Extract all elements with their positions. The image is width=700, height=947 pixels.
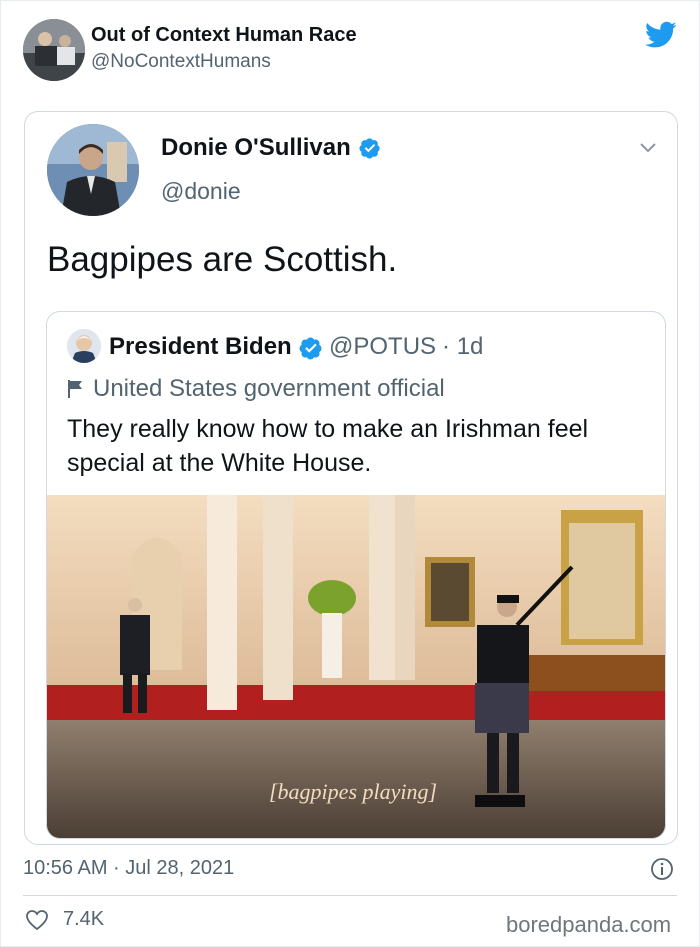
inner-tweet-text: They really know how to make an Irishman… [67, 415, 589, 477]
quoted-author-avatar[interactable] [47, 124, 139, 216]
inner-quoted-tweet[interactable]: President Biden @POTUS · 1d United State… [46, 311, 666, 839]
video-thumbnail[interactable]: [bagpipes playing] [47, 495, 665, 838]
chevron-down-icon[interactable] [639, 142, 657, 154]
official-label: United States government official [67, 375, 445, 403]
quoted-author-name-text[interactable]: Donie O'Sullivan [161, 134, 351, 162]
inner-author-avatar[interactable] [67, 329, 101, 363]
inner-author-name[interactable]: President Biden [109, 333, 292, 361]
verified-badge-icon [299, 337, 322, 360]
tweet-card: Out of Context Human Race @NoContextHuma… [0, 0, 700, 947]
media-caption: [bagpipes playing] [269, 779, 438, 804]
quoted-author-name[interactable]: Donie O'Sullivan [161, 134, 381, 162]
inner-author-handle[interactable]: @POTUS [329, 333, 436, 361]
footer-divider [23, 895, 677, 896]
like-action[interactable]: 7.4K [25, 908, 104, 931]
like-count: 7.4K [63, 908, 105, 930]
flag-icon [68, 380, 82, 398]
quoted-tweet-text: Bagpipes are Scottish. [47, 240, 398, 279]
author-handle[interactable]: @NoContextHumans [91, 51, 271, 73]
inner-time-ago[interactable]: · 1d [442, 333, 483, 361]
heart-icon[interactable] [25, 909, 49, 931]
quoted-tweet[interactable]: Donie O'Sullivan @donie Bagpipes are Sco… [24, 111, 678, 845]
info-icon[interactable] [650, 857, 674, 881]
inner-author-name-text[interactable]: President Biden [109, 333, 292, 361]
watermark: boredpanda.com [506, 912, 672, 937]
quoted-author-handle[interactable]: @donie [161, 178, 241, 205]
inner-author-meta: @POTUS · 1d [329, 333, 483, 361]
author-avatar[interactable] [23, 19, 85, 81]
author-name[interactable]: Out of Context Human Race [91, 24, 357, 47]
twitter-bird-icon[interactable] [645, 21, 677, 49]
verified-badge-icon [359, 138, 380, 159]
tweet-timestamp[interactable]: 10:56 AM · Jul 28, 2021 [23, 857, 234, 880]
official-label-text: United States government official [93, 375, 445, 402]
